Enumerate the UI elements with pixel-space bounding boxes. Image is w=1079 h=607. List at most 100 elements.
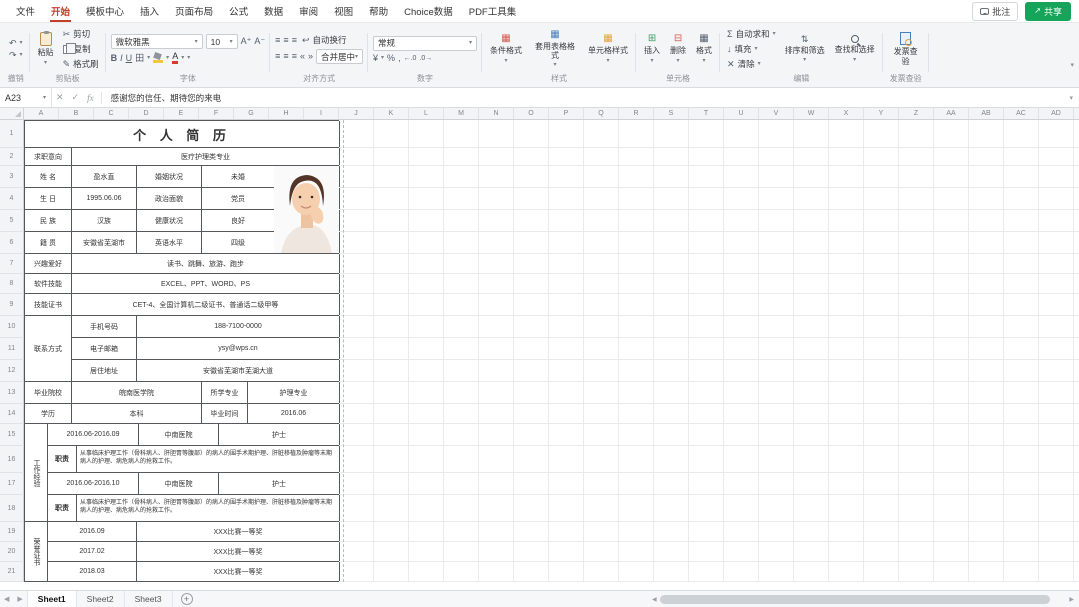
font-family-select[interactable]: 微软雅黑▾ [111, 34, 203, 49]
select-all-corner[interactable] [0, 108, 24, 119]
portrait-photo[interactable] [274, 166, 338, 253]
cell-address-label[interactable]: 居住地址 [72, 360, 137, 382]
empty-cells[interactable] [339, 166, 1079, 188]
column-header-H[interactable]: H [269, 108, 304, 119]
empty-cells[interactable] [339, 424, 1079, 446]
menu-tab-view[interactable]: 视图 [326, 0, 361, 22]
column-header-K[interactable]: K [374, 108, 409, 119]
cell-job2-duty-label[interactable]: 职责 [48, 495, 77, 522]
empty-cells[interactable] [339, 473, 1079, 495]
paste-button[interactable]: 粘贴 ▾ [35, 30, 57, 67]
cell-phone-value[interactable]: 188-7100-0000 [137, 316, 340, 338]
menu-tab-home[interactable]: 开始 [43, 0, 78, 22]
column-header-AC[interactable]: AC [1004, 108, 1039, 119]
prev-sheet-icon[interactable]: ◀ [0, 595, 13, 603]
row-header-7[interactable]: 7 [0, 254, 24, 274]
cell-contact-span[interactable] [25, 316, 72, 338]
comment-button[interactable]: 批注 [972, 2, 1018, 21]
decrease-decimal-button[interactable]: .0→ [419, 55, 432, 62]
menu-tab-insert[interactable]: 插入 [132, 0, 167, 22]
column-header-D[interactable]: D [129, 108, 164, 119]
column-header-E[interactable]: E [164, 108, 199, 119]
column-header-U[interactable]: U [724, 108, 759, 119]
cell-health-label[interactable]: 健康状况 [137, 210, 202, 232]
row-header-13[interactable]: 13 [0, 382, 24, 404]
borders-button[interactable]: 田 [135, 54, 144, 63]
find-select-button[interactable]: 查找和选择▾ [832, 33, 878, 64]
empty-cells[interactable] [339, 232, 1079, 254]
more-font-options-icon[interactable]: ▾ [187, 55, 190, 61]
cell-marital-value[interactable]: 未婚 [202, 166, 275, 188]
cell-intent-label[interactable]: 求职意向 [25, 148, 72, 166]
cell-job1-period[interactable]: 2016.06-2016.09 [48, 424, 139, 446]
column-header-T[interactable]: T [689, 108, 724, 119]
row-header-3[interactable]: 3 [0, 166, 24, 188]
column-header-AD[interactable]: AD [1039, 108, 1074, 119]
next-sheet-icon[interactable]: ▶ [13, 595, 26, 603]
menu-tab-page-layout[interactable]: 页面布局 [167, 0, 221, 22]
insert-cells-button[interactable]: ⊞插入▾ [641, 32, 663, 65]
row-header-10[interactable]: 10 [0, 316, 24, 338]
decrease-indent-button[interactable]: « [300, 52, 305, 61]
cell-contact-span[interactable] [25, 360, 72, 382]
confirm-entry-icon[interactable]: ✓ [72, 92, 80, 103]
column-header-W[interactable]: W [794, 108, 829, 119]
cell-honor3-value[interactable]: XXX比赛一等奖 [137, 562, 340, 582]
cell-phone-label[interactable]: 手机号码 [72, 316, 137, 338]
cell-hobby-value[interactable]: 读书、跳舞、旅游、跑步 [72, 254, 340, 274]
column-header-B[interactable]: B [59, 108, 94, 119]
row-header-19[interactable]: 19 [0, 522, 24, 542]
menu-tab-data[interactable]: 数据 [256, 0, 291, 22]
empty-cells[interactable] [339, 148, 1079, 166]
menu-tab-file[interactable]: 文件 [8, 0, 43, 22]
merge-center-button[interactable]: 合并居中▾ [316, 49, 363, 64]
empty-cells[interactable] [339, 542, 1079, 562]
format-cells-button[interactable]: ▦格式▾ [693, 32, 715, 65]
cell-gradtime-value[interactable]: 2016.06 [248, 404, 340, 424]
menu-tab-templates[interactable]: 模板中心 [78, 0, 132, 22]
cell-intent-value[interactable]: 医疗护理类专业 [72, 148, 340, 166]
increase-decimal-button[interactable]: ←.0 [404, 55, 417, 62]
cell-software-value[interactable]: EXCEL、PPT、WORD、PS [72, 274, 340, 294]
cell-styles-button[interactable]: ▦单元格样式▾ [585, 32, 631, 65]
increase-font-button[interactable]: A⁺ [241, 37, 252, 46]
autosum-button[interactable]: Σ自动求和▾ [725, 28, 778, 40]
row-header-8[interactable]: 8 [0, 274, 24, 294]
cell-name-value[interactable]: 盈水直 [72, 166, 137, 188]
column-header-N[interactable]: N [479, 108, 514, 119]
column-header-R[interactable]: R [619, 108, 654, 119]
empty-cells[interactable] [339, 274, 1079, 294]
row-header-4[interactable]: 4 [0, 188, 24, 210]
empty-cells[interactable] [339, 446, 1079, 473]
underline-button[interactable]: U [126, 54, 133, 63]
column-header-Z[interactable]: Z [899, 108, 934, 119]
cell-job2-title[interactable]: 护士 [219, 473, 340, 495]
cell-gradtime-label[interactable]: 毕业时间 [202, 404, 248, 424]
column-header-A[interactable]: A [24, 108, 59, 119]
font-size-select[interactable]: 10▾ [206, 34, 238, 49]
row-header-14[interactable]: 14 [0, 404, 24, 424]
row-header-11[interactable]: 11 [0, 338, 24, 360]
row-header-6[interactable]: 6 [0, 232, 24, 254]
name-box[interactable]: A23▾ [0, 88, 52, 107]
sheet-tab-3[interactable]: Sheet3 [125, 591, 173, 607]
align-center-button[interactable]: ≡ [283, 52, 288, 61]
column-header-L[interactable]: L [409, 108, 444, 119]
cell-job2-company[interactable]: 中南医院 [139, 473, 219, 495]
column-header-F[interactable]: F [199, 108, 234, 119]
cell-job1-duty[interactable]: 从事临床护理工作（骨科病人、肝胆胃等腹部）的病人的围手术期护理、肝脏移植及肿瘤等… [77, 446, 340, 473]
cell-job1-title[interactable]: 护士 [219, 424, 340, 446]
expand-formula-bar-icon[interactable]: ▾ [1063, 94, 1079, 102]
formula-input[interactable]: 感谢您的信任、期待您的来电 [105, 92, 1064, 104]
row-header-17[interactable]: 17 [0, 473, 24, 495]
align-top-button[interactable]: ≡ [275, 36, 280, 45]
column-header-M[interactable]: M [444, 108, 479, 119]
cell-marital-label[interactable]: 婚姻状况 [137, 166, 202, 188]
menu-tab-review[interactable]: 审阅 [291, 0, 326, 22]
scroll-left-icon[interactable]: ◀ [652, 596, 657, 603]
column-header-J[interactable]: J [339, 108, 374, 119]
empty-cells[interactable] [339, 495, 1079, 522]
cell-honor1-value[interactable]: XXX比赛一等奖 [137, 522, 340, 542]
invoice-check-button[interactable]: 发票查验 [888, 30, 924, 67]
cell-address-value[interactable]: 安徽省芜湖市芜湖大道 [137, 360, 340, 382]
